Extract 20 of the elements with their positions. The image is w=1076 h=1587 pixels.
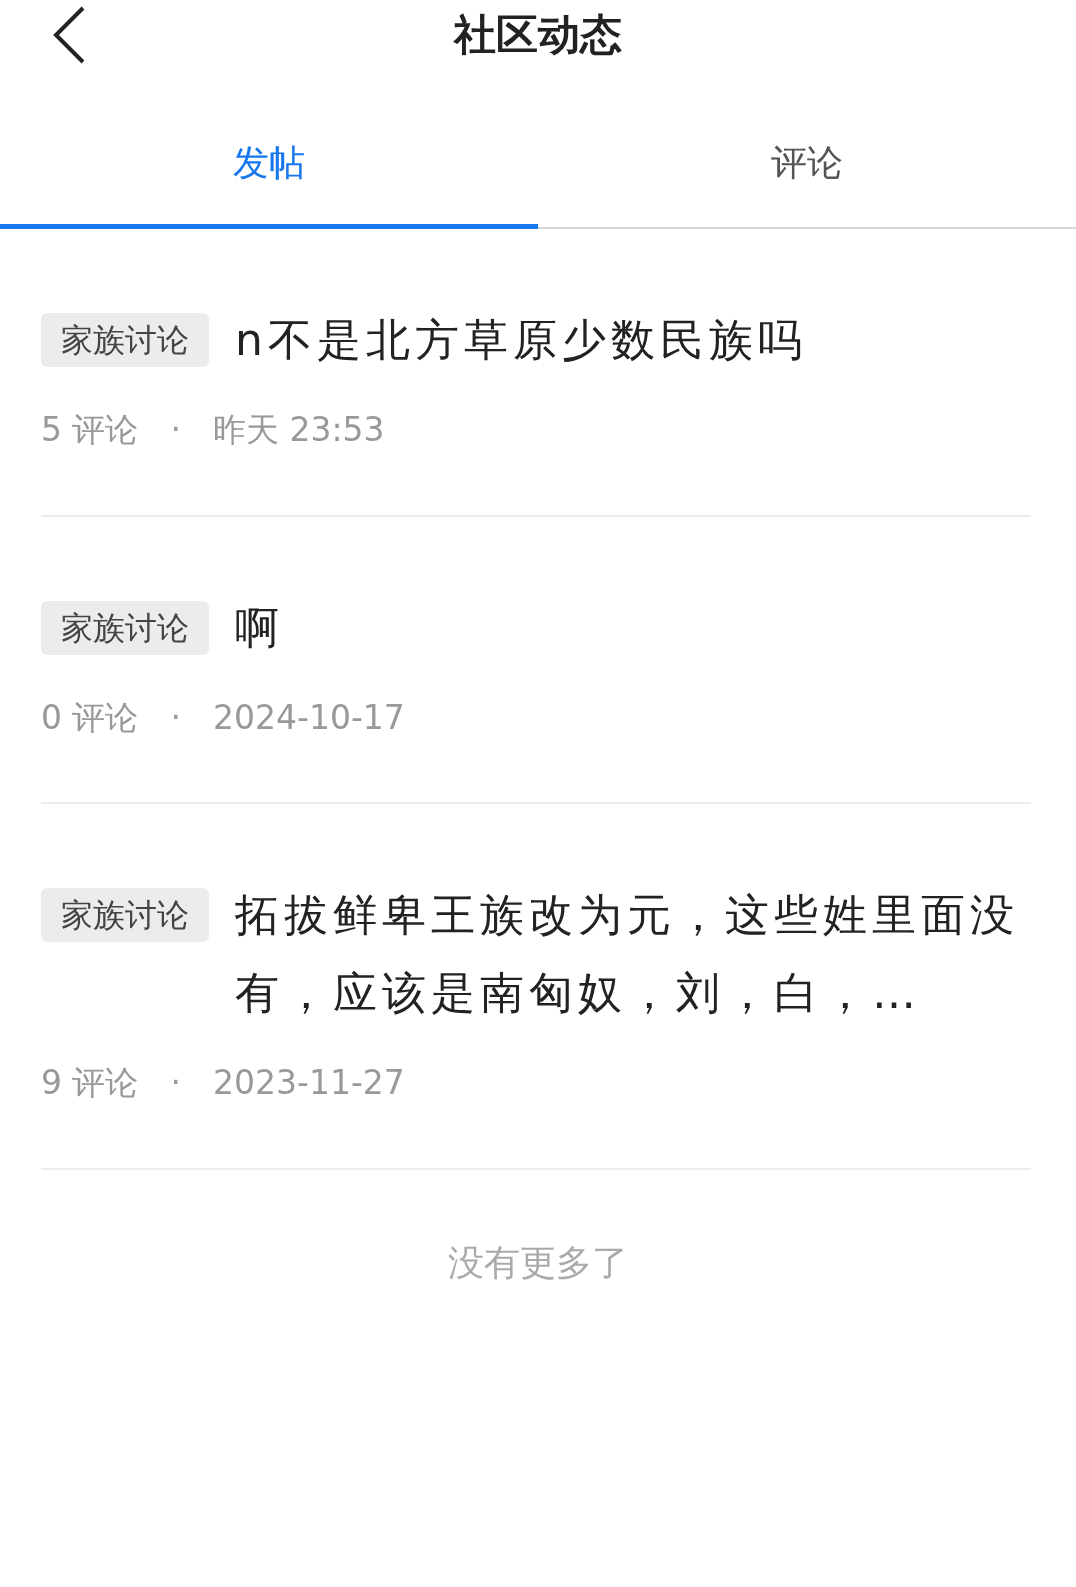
post-title[interactable]: n不是北方草原少数民族吗 bbox=[235, 301, 1031, 379]
tab[interactable]: 发帖 bbox=[0, 136, 538, 229]
post-title[interactable]: 啊 bbox=[235, 588, 1031, 667]
separator-dot: · bbox=[170, 1062, 181, 1104]
post-time: 昨天 23:53 bbox=[213, 409, 385, 451]
separator-dot: · bbox=[170, 409, 181, 451]
end-of-list-text: 没有更多了 bbox=[448, 1241, 628, 1283]
post-time: 2024-10-17 bbox=[213, 696, 405, 739]
comment-count: 5 评论 bbox=[41, 409, 139, 451]
category-tag: 家族讨论 bbox=[41, 600, 209, 655]
post-title[interactable]: 拓拔鲜卑王族改为元，这些姓里面没有，应该是南匈奴，刘，白，… bbox=[235, 876, 1031, 1032]
post-time: 2023-11-27 bbox=[213, 1062, 405, 1104]
comment-count: 0 评论 bbox=[41, 696, 139, 739]
tab[interactable]: 评论 bbox=[538, 136, 1076, 229]
category-tag: 家族讨论 bbox=[41, 888, 209, 942]
back-icon[interactable] bbox=[52, 6, 86, 64]
category-tag: 家族讨论 bbox=[41, 313, 209, 367]
page-title: 社区动态 bbox=[454, 10, 622, 59]
comment-count: 9 评论 bbox=[41, 1062, 139, 1104]
separator-dot: · bbox=[170, 696, 181, 739]
